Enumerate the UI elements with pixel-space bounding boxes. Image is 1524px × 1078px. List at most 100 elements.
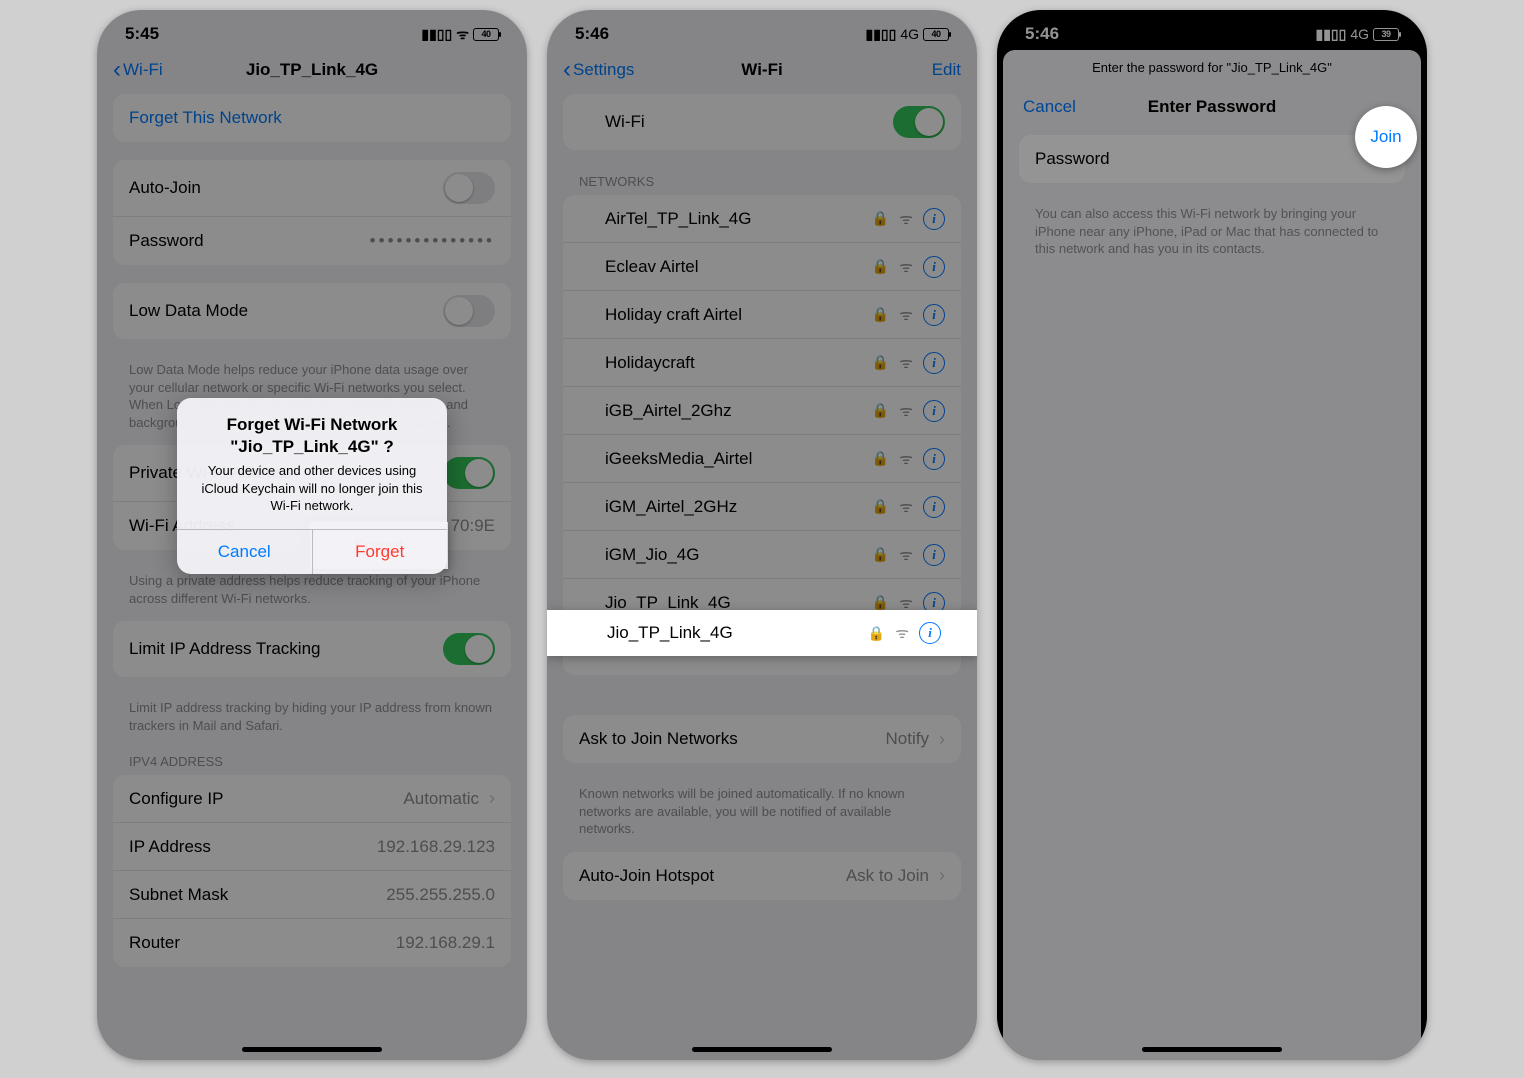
info-icon[interactable]: i (919, 622, 941, 644)
lock-icon: 🔒 (872, 354, 889, 371)
network-name: Holidaycraft (579, 353, 695, 373)
private-address-toggle[interactable] (443, 457, 495, 489)
wifi-icon: ᯤ (899, 545, 913, 565)
chevron-right-icon: › (939, 729, 945, 750)
wifi-icon: ᯤ (899, 257, 913, 277)
screenshot-3-enter-password: 5:46 ▮▮▯▯ 4G 39 Enter the password for "… (997, 10, 1427, 1060)
back-button[interactable]: ‹ Settings (563, 56, 634, 84)
networks-header: NETWORKS (547, 168, 977, 195)
password-sheet: Enter the password for "Jio_TP_Link_4G" … (1003, 50, 1421, 1060)
chevron-right-icon: › (489, 788, 495, 809)
limit-ip-footer: Limit IP address tracking by hiding your… (97, 695, 527, 748)
network-name: AirTel_TP_Link_4G (579, 209, 751, 229)
lock-icon: 🔒 (872, 402, 889, 419)
info-icon[interactable]: i (923, 496, 945, 518)
join-button-highlight[interactable]: Join (1355, 106, 1417, 168)
router-row: Router 192.168.29.1 (113, 919, 511, 967)
info-icon[interactable]: i (923, 448, 945, 470)
dialog-title: Forget Wi-Fi Network "Jio_TP_Link_4G" ? (193, 414, 431, 458)
wifi-icon: ᯤ (899, 401, 913, 421)
chevron-left-icon: ‹ (113, 56, 121, 84)
wifi-icon: ᯤ (899, 497, 913, 517)
wifi-icon: ᯤ (899, 449, 913, 469)
home-indicator[interactable] (692, 1047, 832, 1052)
cell-signal-icon: ▮▮▯▯ (1315, 26, 1346, 43)
home-indicator[interactable] (1142, 1047, 1282, 1052)
network-type: 4G (1350, 26, 1369, 42)
lock-icon: 🔒 (872, 306, 889, 323)
wifi-icon: ᯤ (899, 209, 913, 229)
network-type: 4G (900, 26, 919, 42)
lock-icon: 🔒 (872, 210, 889, 227)
password-value: •••••••••••••• (370, 231, 495, 251)
screenshot-1-forget-dialog: 5:45 ▮▮▯▯ ᯤ 40 ‹ Wi-Fi Jio_TP_Link_4G Fo… (97, 10, 527, 1060)
status-time: 5:46 (575, 24, 609, 44)
status-time: 5:46 (1025, 24, 1059, 44)
screenshot-2-wifi-list: 5:46 ▮▮▯▯ 4G 40 ‹ Settings Wi-Fi Edit Wi… (547, 10, 977, 1060)
status-bar: 5:46 ▮▮▯▯ 4G 40 (547, 10, 977, 48)
forget-confirmation-dialog: Forget Wi-Fi Network "Jio_TP_Link_4G" ? … (177, 398, 447, 574)
back-button[interactable]: ‹ Wi-Fi (113, 56, 163, 84)
info-icon[interactable]: i (923, 304, 945, 326)
lock-icon: 🔒 (872, 258, 889, 275)
ipv4-header: IPV4 ADDRESS (97, 748, 527, 775)
network-row[interactable]: AirTel_TP_Link_4G 🔒 ᯤ i (563, 195, 961, 243)
cancel-button[interactable]: Cancel (1023, 97, 1076, 117)
wifi-icon: ᯤ (899, 305, 913, 325)
configure-ip-row[interactable]: Configure IP Automatic› (113, 775, 511, 823)
status-bar: 5:45 ▮▮▯▯ ᯤ 40 (97, 10, 527, 48)
lock-icon: 🔒 (872, 450, 889, 467)
lock-icon: 🔒 (872, 498, 889, 515)
auto-join-row[interactable]: Auto-Join (113, 160, 511, 217)
lock-icon: 🔒 (872, 546, 889, 563)
password-footer: You can also access this Wi-Fi network b… (1003, 201, 1421, 272)
network-name: Jio_TP_Link_4G (607, 623, 733, 643)
limit-ip-toggle[interactable] (443, 633, 495, 665)
ip-address-row: IP Address 192.168.29.123 (113, 823, 511, 871)
battery-icon: 39 (1373, 28, 1399, 41)
networks-list: AirTel_TP_Link_4G 🔒 ᯤ i Ecleav Airtel 🔒 … (563, 195, 961, 675)
auto-join-toggle[interactable] (443, 172, 495, 204)
network-name: iGM_Jio_4G (579, 545, 699, 565)
info-icon[interactable]: i (923, 400, 945, 422)
battery-icon: 40 (473, 28, 499, 41)
password-field-row[interactable]: Password (1019, 135, 1405, 183)
edit-button[interactable]: Edit (932, 60, 961, 80)
wifi-toggle[interactable] (893, 106, 945, 138)
network-name: Ecleav Airtel (579, 257, 699, 277)
network-row[interactable]: iGM_Jio_4G 🔒 ᯤ i (563, 531, 961, 579)
network-row[interactable]: Holidaycraft 🔒 ᯤ i (563, 339, 961, 387)
dialog-message: Your device and other devices using iClo… (193, 462, 431, 515)
ask-to-join-footer: Known networks will be joined automatica… (547, 781, 977, 852)
low-data-mode-row[interactable]: Low Data Mode (113, 283, 511, 339)
info-icon[interactable]: i (923, 208, 945, 230)
nav-bar: ‹ Settings Wi-Fi Edit (547, 48, 977, 94)
network-row[interactable]: iGM_Airtel_2GHz 🔒 ᯤ i (563, 483, 961, 531)
wifi-icon: ᯤ (895, 623, 909, 643)
auto-join-hotspot-row[interactable]: Auto-Join Hotspot Ask to Join› (563, 852, 961, 900)
forget-button[interactable]: Forget (312, 530, 448, 574)
home-indicator[interactable] (242, 1047, 382, 1052)
sheet-subtitle: Enter the password for "Jio_TP_Link_4G" (1003, 60, 1421, 75)
network-row-highlight[interactable]: Jio_TP_Link_4G 🔒 ᯤ i (547, 610, 977, 656)
cancel-button[interactable]: Cancel (177, 530, 312, 574)
network-name: iGB_Airtel_2Ghz (579, 401, 732, 421)
forget-network-button[interactable]: Forget This Network (113, 94, 511, 142)
limit-ip-row[interactable]: Limit IP Address Tracking (113, 621, 511, 677)
battery-icon: 40 (923, 28, 949, 41)
network-row[interactable]: iGB_Airtel_2Ghz 🔒 ᯤ i (563, 387, 961, 435)
network-row[interactable]: Holiday craft Airtel 🔒 ᯤ i (563, 291, 961, 339)
wifi-master-row[interactable]: Wi-Fi (563, 94, 961, 150)
password-row[interactable]: Password •••••••••••••• (113, 217, 511, 265)
info-icon[interactable]: i (923, 544, 945, 566)
nav-bar: ‹ Wi-Fi Jio_TP_Link_4G (97, 48, 527, 94)
info-icon[interactable]: i (923, 352, 945, 374)
info-icon[interactable]: i (923, 256, 945, 278)
low-data-toggle[interactable] (443, 295, 495, 327)
network-name: iGM_Airtel_2GHz (579, 497, 737, 517)
network-row[interactable]: Ecleav Airtel 🔒 ᯤ i (563, 243, 961, 291)
private-address-footer: Using a private address helps reduce tra… (97, 568, 527, 621)
wifi-status-icon: ᯤ (456, 25, 469, 44)
network-row[interactable]: iGeeksMedia_Airtel 🔒 ᯤ i (563, 435, 961, 483)
ask-to-join-row[interactable]: Ask to Join Networks Notify› (563, 715, 961, 763)
